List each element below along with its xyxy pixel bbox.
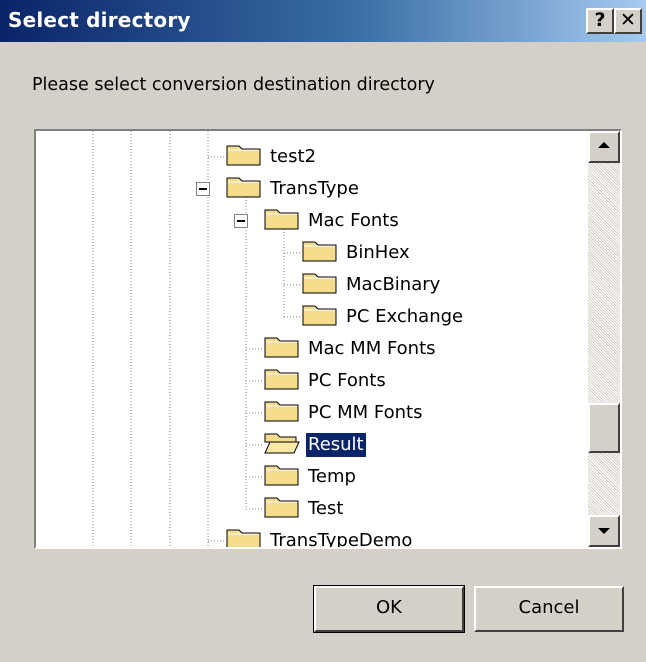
scroll-down-button[interactable] xyxy=(588,515,620,547)
folder-closed-icon xyxy=(302,241,337,262)
tree-item-label: MacBinary xyxy=(346,274,441,295)
select-directory-dialog: Select directory ? ✕ Please select conve… xyxy=(0,0,646,662)
ok-button[interactable]: OK xyxy=(313,585,465,633)
collapse-transtype-toggle[interactable] xyxy=(196,182,210,196)
collapse-mac-fonts-toggle[interactable] xyxy=(234,214,248,228)
directory-tree[interactable]: test2 TransType Mac Fonts BinHex MacBina… xyxy=(34,129,622,549)
arrow-down-icon xyxy=(598,528,610,534)
tree-item-label: BinHex xyxy=(346,242,410,263)
scrollbar-thumb[interactable] xyxy=(588,403,620,453)
tree-item-label: TransType xyxy=(270,178,359,199)
folder-closed-icon xyxy=(264,497,299,518)
folder-closed-icon xyxy=(226,145,261,166)
tree-item-label: PC Fonts xyxy=(308,370,386,391)
window-title: Select directory xyxy=(8,8,191,32)
tree-item-label: PC Exchange xyxy=(346,306,464,327)
folder-closed-icon xyxy=(226,177,261,198)
scroll-up-button[interactable] xyxy=(588,131,620,163)
folder-closed-icon xyxy=(302,273,337,294)
prompt-text: Please select conversion destination dir… xyxy=(32,75,435,95)
folder-closed-icon xyxy=(264,465,299,486)
vertical-scrollbar[interactable] xyxy=(588,131,620,547)
tree-item-label: TransTypeDemo xyxy=(270,530,413,547)
folder-closed-icon xyxy=(264,209,299,230)
tree-item-label: Mac MM Fonts xyxy=(308,338,436,359)
folder-closed-icon xyxy=(226,529,261,547)
folder-closed-icon xyxy=(264,369,299,390)
folder-open-icon xyxy=(264,433,300,454)
cancel-button[interactable]: Cancel xyxy=(474,586,624,632)
folder-closed-icon xyxy=(264,337,299,358)
tree-item-label: Temp xyxy=(308,466,356,487)
title-bar[interactable]: Select directory ? ✕ xyxy=(0,0,646,42)
tree-item-label: test2 xyxy=(270,146,317,167)
folder-closed-icon xyxy=(302,305,337,326)
arrow-up-icon xyxy=(598,142,610,148)
help-button[interactable]: ? xyxy=(586,8,614,34)
folder-closed-icon xyxy=(264,401,299,422)
tree-item-label: Test xyxy=(308,498,344,519)
tree-item-label: Mac Fonts xyxy=(308,210,399,231)
close-button[interactable]: ✕ xyxy=(614,8,642,34)
tree-item-label: PC MM Fonts xyxy=(308,402,423,423)
tree-item-label: Result xyxy=(305,432,367,458)
